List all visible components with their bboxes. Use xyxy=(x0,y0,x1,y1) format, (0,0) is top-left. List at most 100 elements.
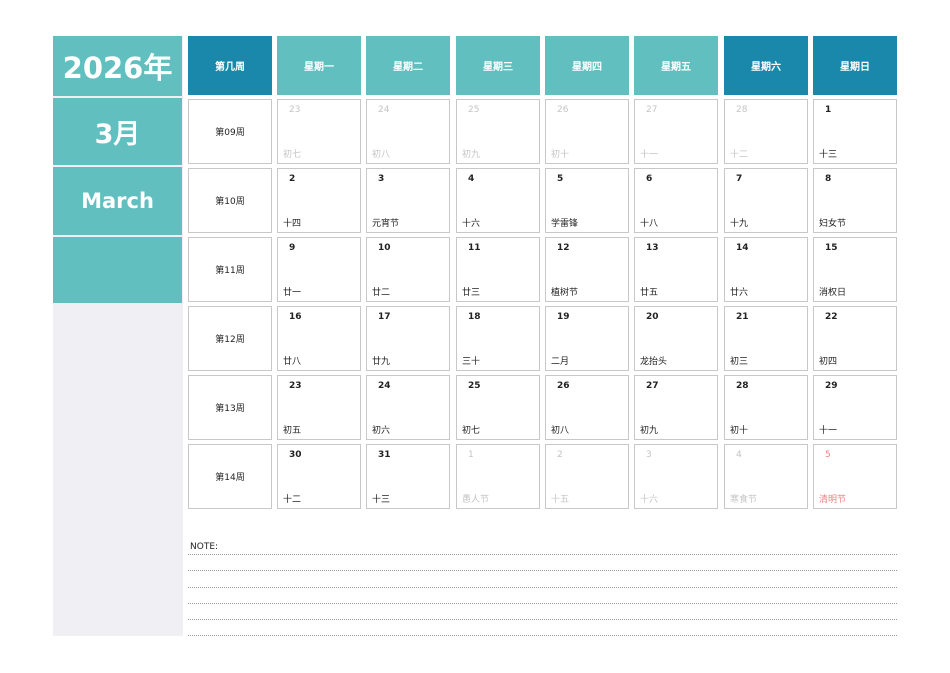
day-cell[interactable]: 24 初六 xyxy=(366,375,450,440)
day-cell[interactable]: 14 廿六 xyxy=(724,237,808,302)
day-cell[interactable]: 29 十一 xyxy=(813,375,897,440)
day-cell[interactable]: 5 清明节 xyxy=(813,444,897,509)
day-cell[interactable]: 3 元宵节 xyxy=(366,168,450,233)
note-line xyxy=(188,619,897,620)
day-number: 14 xyxy=(736,243,749,253)
day-number: 26 xyxy=(557,105,569,115)
day-cell[interactable]: 2 十四 xyxy=(277,168,361,233)
lunar-date: 初五 xyxy=(283,426,302,436)
day-number: 3 xyxy=(378,174,385,184)
lunar-date: 廿三 xyxy=(462,288,481,298)
day-cell[interactable]: 27 初九 xyxy=(634,375,718,440)
day-cell[interactable]: 3 十六 xyxy=(634,444,718,509)
lunar-date: 寒食节 xyxy=(730,495,758,505)
day-number: 2 xyxy=(289,174,296,184)
day-number: 26 xyxy=(557,381,570,391)
day-number: 18 xyxy=(468,312,481,322)
day-cell[interactable]: 21 初三 xyxy=(724,306,808,371)
day-number: 25 xyxy=(468,105,480,115)
day-cell[interactable]: 28 初十 xyxy=(724,375,808,440)
day-cell[interactable]: 5 学雷锋 xyxy=(545,168,629,233)
day-number: 11 xyxy=(468,243,481,253)
lunar-date: 初七 xyxy=(462,426,481,436)
lunar-date: 初八 xyxy=(372,150,391,160)
day-cell[interactable]: 17 廿九 xyxy=(366,306,450,371)
day-cell[interactable]: 15 消权日 xyxy=(813,237,897,302)
day-cell[interactable]: 1 十三 xyxy=(813,99,897,164)
day-cell[interactable]: 26 初十 xyxy=(545,99,629,164)
day-cell[interactable]: 18 三十 xyxy=(456,306,540,371)
day-number: 20 xyxy=(646,312,659,322)
lunar-date: 初十 xyxy=(551,150,570,160)
day-cell[interactable]: 13 廿五 xyxy=(634,237,718,302)
day-cell[interactable]: 23 初七 xyxy=(277,99,361,164)
day-cell[interactable]: 10 廿二 xyxy=(366,237,450,302)
day-number: 24 xyxy=(378,381,391,391)
lunar-date: 愚人节 xyxy=(462,495,490,505)
day-number: 28 xyxy=(736,381,749,391)
day-number: 27 xyxy=(646,381,659,391)
day-cell[interactable]: 4 寒食节 xyxy=(724,444,808,509)
day-cell[interactable]: 16 廿八 xyxy=(277,306,361,371)
day-cell[interactable]: 12 植树节 xyxy=(545,237,629,302)
day-cell[interactable]: 8 妇女节 xyxy=(813,168,897,233)
day-cell[interactable]: 1 愚人节 xyxy=(456,444,540,509)
lunar-date: 十三 xyxy=(372,495,391,505)
note-line xyxy=(188,554,897,555)
day-cell[interactable]: 2 十五 xyxy=(545,444,629,509)
lunar-date: 龙抬头 xyxy=(640,357,668,367)
day-number: 5 xyxy=(825,450,831,460)
day-cell[interactable]: 6 十八 xyxy=(634,168,718,233)
week-number-label: 第12周 xyxy=(215,335,245,345)
lunar-date: 初八 xyxy=(551,426,570,436)
day-cell[interactable]: 22 初四 xyxy=(813,306,897,371)
day-number: 7 xyxy=(736,174,743,184)
day-cell[interactable]: 30 十二 xyxy=(277,444,361,509)
day-number: 15 xyxy=(825,243,838,253)
lunar-date: 初九 xyxy=(640,426,659,436)
day-number: 8 xyxy=(825,174,832,184)
lunar-date: 廿二 xyxy=(372,288,391,298)
lunar-date: 初三 xyxy=(730,357,749,367)
day-number: 31 xyxy=(378,450,391,460)
week-cell: 第14周 xyxy=(188,444,272,509)
lunar-date: 初六 xyxy=(372,426,391,436)
day-cell[interactable]: 23 初五 xyxy=(277,375,361,440)
day-number: 2 xyxy=(557,450,563,460)
day-number: 19 xyxy=(557,312,570,322)
day-number: 24 xyxy=(378,105,390,115)
month-cn-title: 3月 xyxy=(53,98,182,165)
lunar-date: 初四 xyxy=(819,357,838,367)
sidebar-blank-block xyxy=(53,237,182,303)
day-cell[interactable]: 4 十六 xyxy=(456,168,540,233)
lunar-date: 十二 xyxy=(283,495,302,505)
note-line xyxy=(188,587,897,588)
day-cell[interactable]: 26 初八 xyxy=(545,375,629,440)
day-cell[interactable]: 7 十九 xyxy=(724,168,808,233)
header-wed: 星期三 xyxy=(456,36,540,95)
day-cell[interactable]: 24 初八 xyxy=(366,99,450,164)
day-number: 21 xyxy=(736,312,749,322)
day-cell[interactable]: 11 廿三 xyxy=(456,237,540,302)
day-number: 16 xyxy=(289,312,302,322)
lunar-date: 十四 xyxy=(283,219,302,229)
day-cell[interactable]: 9 廿一 xyxy=(277,237,361,302)
day-number: 25 xyxy=(468,381,481,391)
lunar-date: 初七 xyxy=(283,150,302,160)
day-cell[interactable]: 19 二月 xyxy=(545,306,629,371)
lunar-date: 十五 xyxy=(551,495,570,505)
week-number-label: 第10周 xyxy=(215,197,245,207)
header-sun: 星期日 xyxy=(813,36,897,95)
day-cell[interactable]: 20 龙抬头 xyxy=(634,306,718,371)
day-cell[interactable]: 27 十一 xyxy=(634,99,718,164)
day-number: 1 xyxy=(825,105,832,115)
day-number: 5 xyxy=(557,174,564,184)
week-cell: 第13周 xyxy=(188,375,272,440)
lunar-date: 廿五 xyxy=(640,288,659,298)
lunar-date: 初九 xyxy=(462,150,481,160)
header-sat: 星期六 xyxy=(724,36,808,95)
day-cell[interactable]: 25 初七 xyxy=(456,375,540,440)
day-cell[interactable]: 31 十三 xyxy=(366,444,450,509)
day-cell[interactable]: 25 初九 xyxy=(456,99,540,164)
day-cell[interactable]: 28 十二 xyxy=(724,99,808,164)
